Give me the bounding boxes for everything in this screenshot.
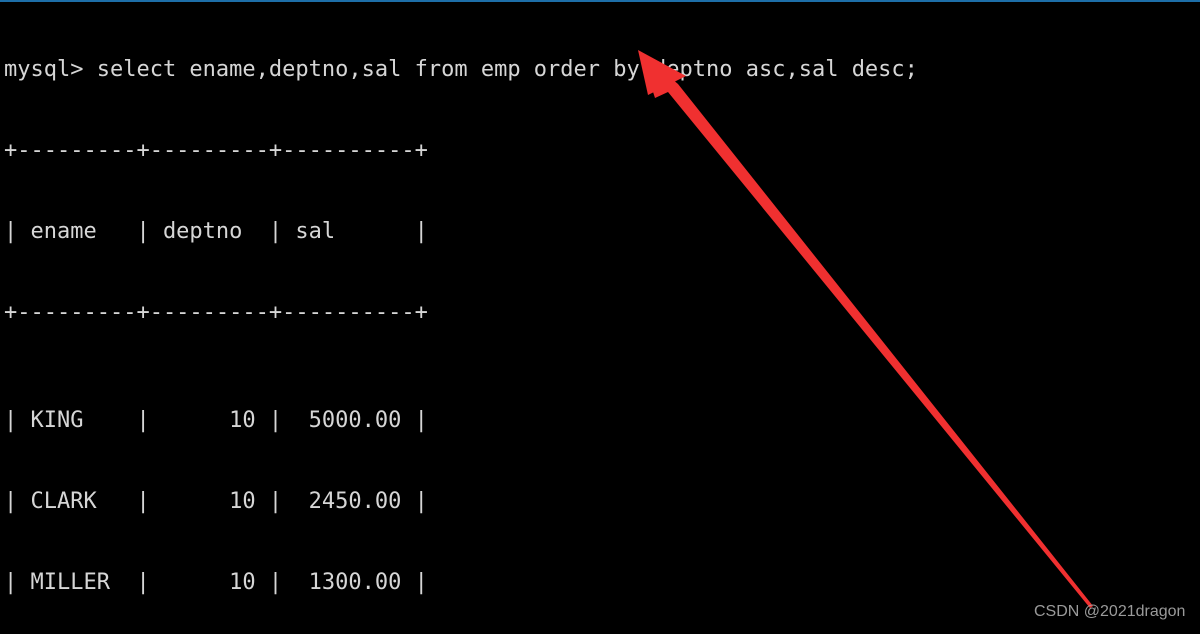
table-top-border: +---------+---------+----------+	[4, 138, 428, 163]
csdn-watermark: CSDN @2021dragon	[1034, 603, 1186, 620]
table-row: | KING | 10 | 5000.00 |	[4, 408, 428, 433]
table-row: | MILLER | 10 | 1300.00 |	[4, 570, 428, 595]
command-line: mysql> select ename,deptno,sal from emp …	[4, 57, 918, 82]
table-header-separator: +---------+---------+----------+	[4, 300, 428, 325]
terminal-output[interactable]: mysql> select ename,deptno,sal from emp …	[4, 2, 1200, 634]
terminal-screen: mysql> select ename,deptno,sal from emp …	[0, 0, 1200, 634]
table-header-row: | ename | deptno | sal |	[4, 219, 428, 244]
table-row: | CLARK | 10 | 2450.00 |	[4, 489, 428, 514]
